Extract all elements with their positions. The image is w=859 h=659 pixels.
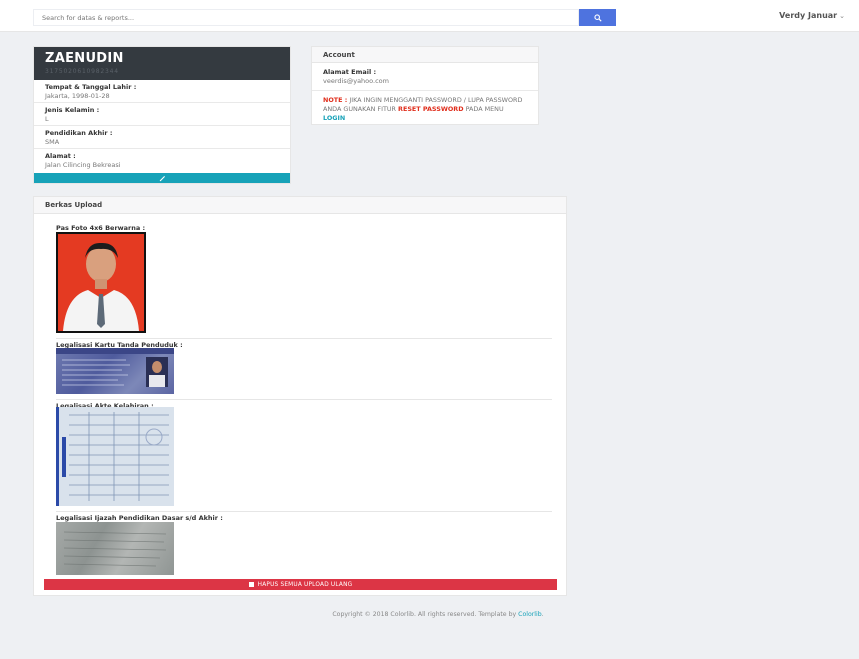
search-input[interactable] <box>33 9 579 26</box>
field-label: Pendidikan Akhir : <box>45 129 113 137</box>
upload-title: Berkas Upload <box>34 197 566 214</box>
note-reset-password: RESET PASSWORD <box>398 105 464 113</box>
divider <box>56 399 552 400</box>
account-card: Account Alamat Email : veerdis@yahoo.com… <box>311 46 539 125</box>
trash-icon <box>248 582 254 587</box>
person-portrait-icon <box>63 242 139 331</box>
id-card-icon <box>56 348 174 387</box>
password-note: NOTE : JIKA INGIN MENGGANTI PASSWORD / L… <box>312 91 538 128</box>
account-email: Alamat Email : veerdis@yahoo.com <box>312 63 538 91</box>
footer: Copyright © 2018 Colorlib. All rights re… <box>0 611 859 618</box>
user-menu[interactable]: Verdy Januar ⌄ <box>779 11 845 20</box>
document-icon <box>62 412 169 501</box>
email-label: Alamat Email : <box>323 68 377 76</box>
account-title: Account <box>312 47 538 63</box>
footer-text: Copyright © 2018 Colorlib. All rights re… <box>332 611 519 618</box>
note-prefix: NOTE : <box>323 96 348 104</box>
field-value: SMA <box>45 138 60 146</box>
note-middle: PADA MENU <box>463 105 504 113</box>
divider <box>56 511 552 512</box>
ktp-image <box>56 348 174 394</box>
field-value: Jakarta, 1998-01-28 <box>45 92 110 100</box>
pencil-icon <box>159 175 165 181</box>
user-name: Verdy Januar <box>779 11 838 20</box>
doc-label-photo: Pas Foto 4x6 Berwarna : <box>56 224 146 232</box>
doc-label-ijazah: Legalisasi Ijazah Pendidikan Dasar s/d A… <box>56 514 223 522</box>
field-address: Alamat : Jalan Cilincing Bekreasi <box>34 149 290 172</box>
akte-image <box>56 407 174 506</box>
field-value: L <box>45 115 49 123</box>
search-icon <box>593 13 602 22</box>
delete-all-label: HAPUS SEMUA UPLOAD ULANG <box>257 581 353 588</box>
email-value: veerdis@yahoo.com <box>323 77 389 85</box>
profile-name: ZAENUDIN <box>45 51 124 66</box>
search-button[interactable] <box>579 9 616 26</box>
field-education: Pendidikan Akhir : SMA <box>34 126 290 149</box>
edit-profile-button[interactable] <box>34 173 290 183</box>
field-label: Jenis Kelamin : <box>45 106 100 114</box>
profile-header: ZAENUDIN 3175020610982344 <box>34 47 290 80</box>
chevron-down-icon: ⌄ <box>839 12 845 20</box>
profile-card: ZAENUDIN 3175020610982344 Tempat & Tangg… <box>33 46 291 184</box>
footer-suffix: . <box>541 611 544 618</box>
certificate-icon <box>63 531 167 567</box>
photo-image <box>56 232 146 333</box>
delete-all-uploads-button[interactable]: HAPUS SEMUA UPLOAD ULANG <box>44 579 557 590</box>
field-label: Alamat : <box>45 152 76 160</box>
ijazah-image <box>56 522 174 575</box>
footer-colorlib-link[interactable]: Colorlib <box>518 611 542 618</box>
top-navbar: Verdy Januar⌄ <box>0 0 859 32</box>
upload-card: Berkas Upload Pas Foto 4x6 Berwarna : Le… <box>33 196 567 596</box>
divider <box>56 338 552 339</box>
note-login: LOGIN <box>323 114 346 122</box>
field-label: Tempat & Tanggal Lahir : <box>45 83 137 91</box>
field-birth: Tempat & Tanggal Lahir : Jakarta, 1998-0… <box>34 80 290 103</box>
field-value: Jalan Cilincing Bekreasi <box>45 161 121 169</box>
field-gender: Jenis Kelamin : L <box>34 103 290 126</box>
profile-id-number: 3175020610982344 <box>45 68 119 75</box>
